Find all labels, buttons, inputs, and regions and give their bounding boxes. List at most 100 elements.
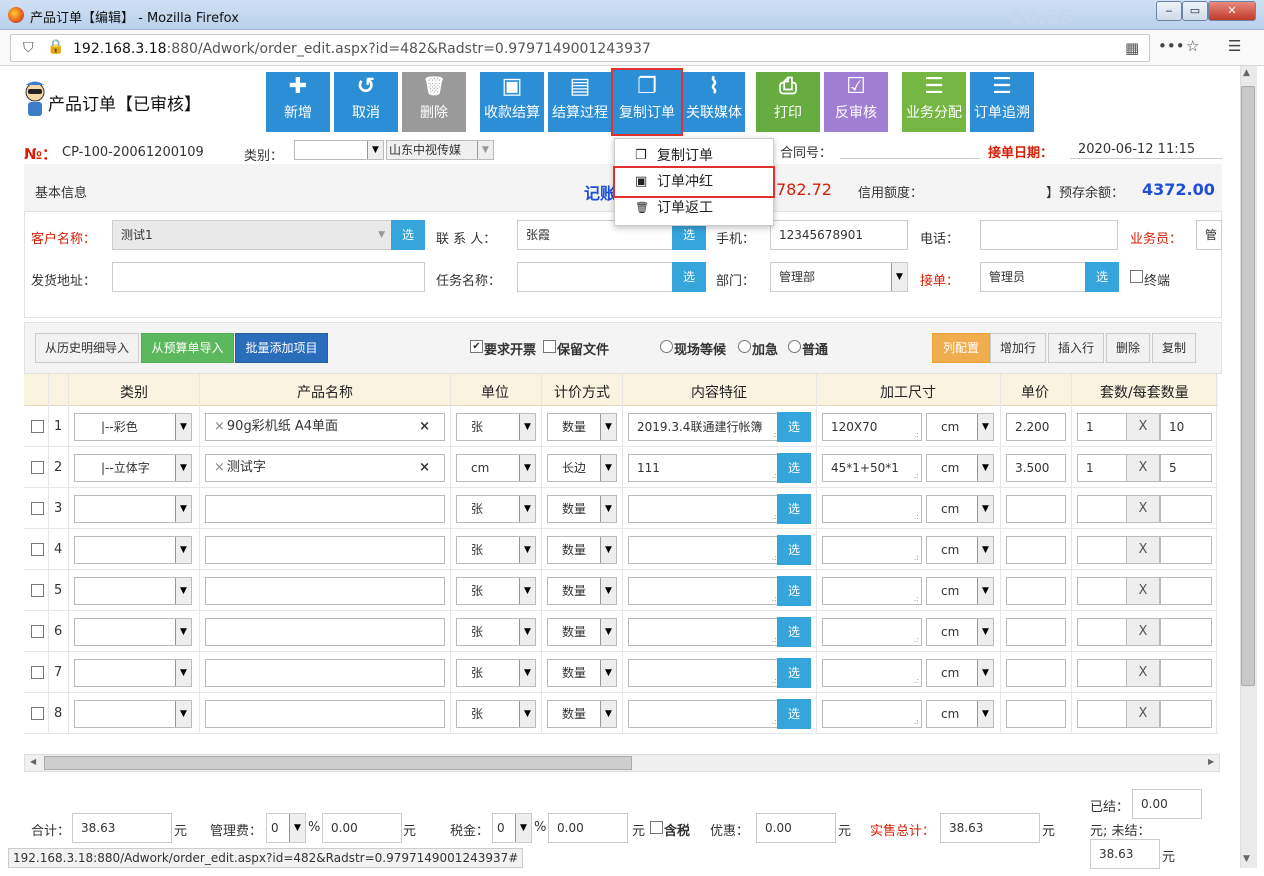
mgmt-pct-select[interactable]: 0 ▼: [266, 813, 306, 843]
unit-select[interactable]: 张 ▼: [456, 495, 536, 523]
scroll-right-arrow-icon[interactable]: ▶: [1208, 757, 1214, 766]
business-assign-button[interactable]: ☰ 业务分配: [902, 72, 966, 132]
dept-select[interactable]: 管理部 ▼: [770, 262, 908, 292]
category-select[interactable]: |--立体字 ▼: [74, 454, 192, 482]
delete-button[interactable]: 🗑 删除: [402, 72, 466, 132]
copy-row-button[interactable]: 复制: [1152, 333, 1196, 363]
sets-input[interactable]: 1: [1077, 454, 1127, 482]
category-select[interactable]: ▼: [294, 140, 384, 160]
content-input[interactable]: .:: [628, 618, 780, 646]
delete-row-button[interactable]: 删除: [1106, 333, 1150, 363]
content-input[interactable]: .:: [628, 700, 780, 728]
bookmark-star-icon[interactable]: ☆: [1186, 37, 1199, 55]
unit-select[interactable]: 张 ▼: [456, 618, 536, 646]
settle-process-button[interactable]: ▤ 结算过程: [548, 72, 612, 132]
print-button[interactable]: ⎙ 打印: [756, 72, 820, 132]
size-unit-select[interactable]: cm ▼: [926, 577, 994, 605]
mgmt-fee-input[interactable]: 0.00: [322, 813, 402, 843]
sets-input[interactable]: 1: [1077, 413, 1127, 441]
size-unit-select[interactable]: cm ▼: [926, 536, 994, 564]
row-checkbox[interactable]: [31, 543, 44, 556]
cancel-button[interactable]: ↺ 取消: [334, 72, 398, 132]
shield-icon[interactable]: ⛉: [23, 40, 34, 56]
pricing-select[interactable]: 数量 ▼: [547, 413, 617, 441]
product-input[interactable]: [205, 495, 445, 523]
order-trace-button[interactable]: ☰ 订单追溯: [970, 72, 1034, 132]
content-input[interactable]: .:: [628, 659, 780, 687]
unsettled-input[interactable]: 38.63: [1090, 839, 1160, 869]
product-input[interactable]: [205, 659, 445, 687]
unaudit-button[interactable]: ☑ 反审核: [824, 72, 888, 132]
size-unit-select[interactable]: cm ▼: [926, 454, 994, 482]
price-input[interactable]: [1006, 659, 1066, 687]
more-actions-icon[interactable]: •••: [1158, 37, 1185, 55]
sets-input[interactable]: [1077, 577, 1127, 605]
size-input[interactable]: .:: [822, 495, 922, 523]
size-unit-select[interactable]: cm ▼: [926, 618, 994, 646]
category-select[interactable]: ▼: [74, 495, 192, 523]
pricing-select[interactable]: 数量 ▼: [547, 495, 617, 523]
menu-item-order-rework[interactable]: 🗑 订单返工: [615, 195, 773, 221]
content-select-button[interactable]: 选: [777, 576, 811, 606]
address-bar[interactable]: ⛉ 🔒 192.168.3.18:880/Adwork/order_edit.a…: [10, 34, 1150, 62]
keep-file-checkbox[interactable]: [543, 340, 556, 353]
sets-input[interactable]: [1077, 495, 1127, 523]
unit-select[interactable]: 张 ▼: [456, 413, 536, 441]
size-input[interactable]: 120X70.:: [822, 413, 922, 441]
size-unit-select[interactable]: cm ▼: [926, 659, 994, 687]
sets-input[interactable]: [1077, 700, 1127, 728]
normal-radio[interactable]: [788, 340, 801, 353]
pricing-select[interactable]: 数量 ▼: [547, 618, 617, 646]
close-button[interactable]: ✕: [1208, 1, 1256, 21]
product-input[interactable]: × 90g彩机纸 A4单面 ×: [205, 413, 445, 441]
invoice-checkbox[interactable]: ✔: [470, 340, 483, 353]
product-input[interactable]: [205, 536, 445, 564]
row-checkbox[interactable]: [31, 420, 44, 433]
total-input[interactable]: 38.63: [72, 813, 172, 843]
pricing-select[interactable]: 长边 ▼: [547, 454, 617, 482]
import-history-button[interactable]: 从历史明细导入: [35, 333, 139, 363]
sets-input[interactable]: [1077, 536, 1127, 564]
qty-input[interactable]: [1160, 495, 1212, 523]
add-row-button[interactable]: 增加行: [990, 333, 1046, 363]
price-input[interactable]: [1006, 700, 1066, 728]
phone-input[interactable]: [980, 220, 1118, 250]
salesman-input[interactable]: 管: [1196, 220, 1222, 250]
content-input[interactable]: 2019.3.4联通建行帐簿.:: [628, 413, 780, 441]
remove-tag-icon[interactable]: ×: [214, 460, 225, 475]
price-input[interactable]: [1006, 495, 1066, 523]
sets-input[interactable]: [1077, 618, 1127, 646]
payment-settle-button[interactable]: ▣ 收款结算: [480, 72, 544, 132]
task-select-button[interactable]: 选: [672, 262, 706, 292]
qty-input[interactable]: 5: [1160, 454, 1212, 482]
row-checkbox[interactable]: [31, 502, 44, 515]
new-button[interactable]: ✚ 新增: [266, 72, 330, 132]
scroll-up-arrow-icon[interactable]: ▲: [1243, 68, 1250, 78]
size-input[interactable]: .:: [822, 700, 922, 728]
price-input[interactable]: [1006, 536, 1066, 564]
qr-code-icon[interactable]: ▦: [1125, 39, 1139, 57]
product-input[interactable]: [205, 700, 445, 728]
category-select[interactable]: ▼: [74, 659, 192, 687]
import-budget-button[interactable]: 从预算单导入: [141, 333, 234, 363]
scroll-down-arrow-icon[interactable]: ▼: [1243, 854, 1250, 864]
row-checkbox[interactable]: [31, 625, 44, 638]
unit-select[interactable]: 张 ▼: [456, 577, 536, 605]
qty-input[interactable]: 10: [1160, 413, 1212, 441]
tax-pct-select[interactable]: 0 ▼: [492, 813, 532, 843]
content-select-button[interactable]: 选: [777, 535, 811, 565]
customer-select[interactable]: 测试1 ▼: [112, 220, 394, 250]
content-select-button[interactable]: 选: [777, 453, 811, 483]
size-input[interactable]: .:: [822, 577, 922, 605]
price-input[interactable]: 3.500: [1006, 454, 1066, 482]
product-input[interactable]: [205, 618, 445, 646]
receiver-select-button[interactable]: 选: [1085, 262, 1119, 292]
mobile-input[interactable]: 12345678901: [770, 220, 908, 250]
category-select[interactable]: ▼: [74, 618, 192, 646]
vertical-scrollbar-thumb[interactable]: [1241, 86, 1255, 686]
category-select[interactable]: |--彩色 ▼: [74, 413, 192, 441]
row-checkbox[interactable]: [31, 461, 44, 474]
row-checkbox[interactable]: [31, 666, 44, 679]
product-input[interactable]: [205, 577, 445, 605]
category-select[interactable]: ▼: [74, 577, 192, 605]
